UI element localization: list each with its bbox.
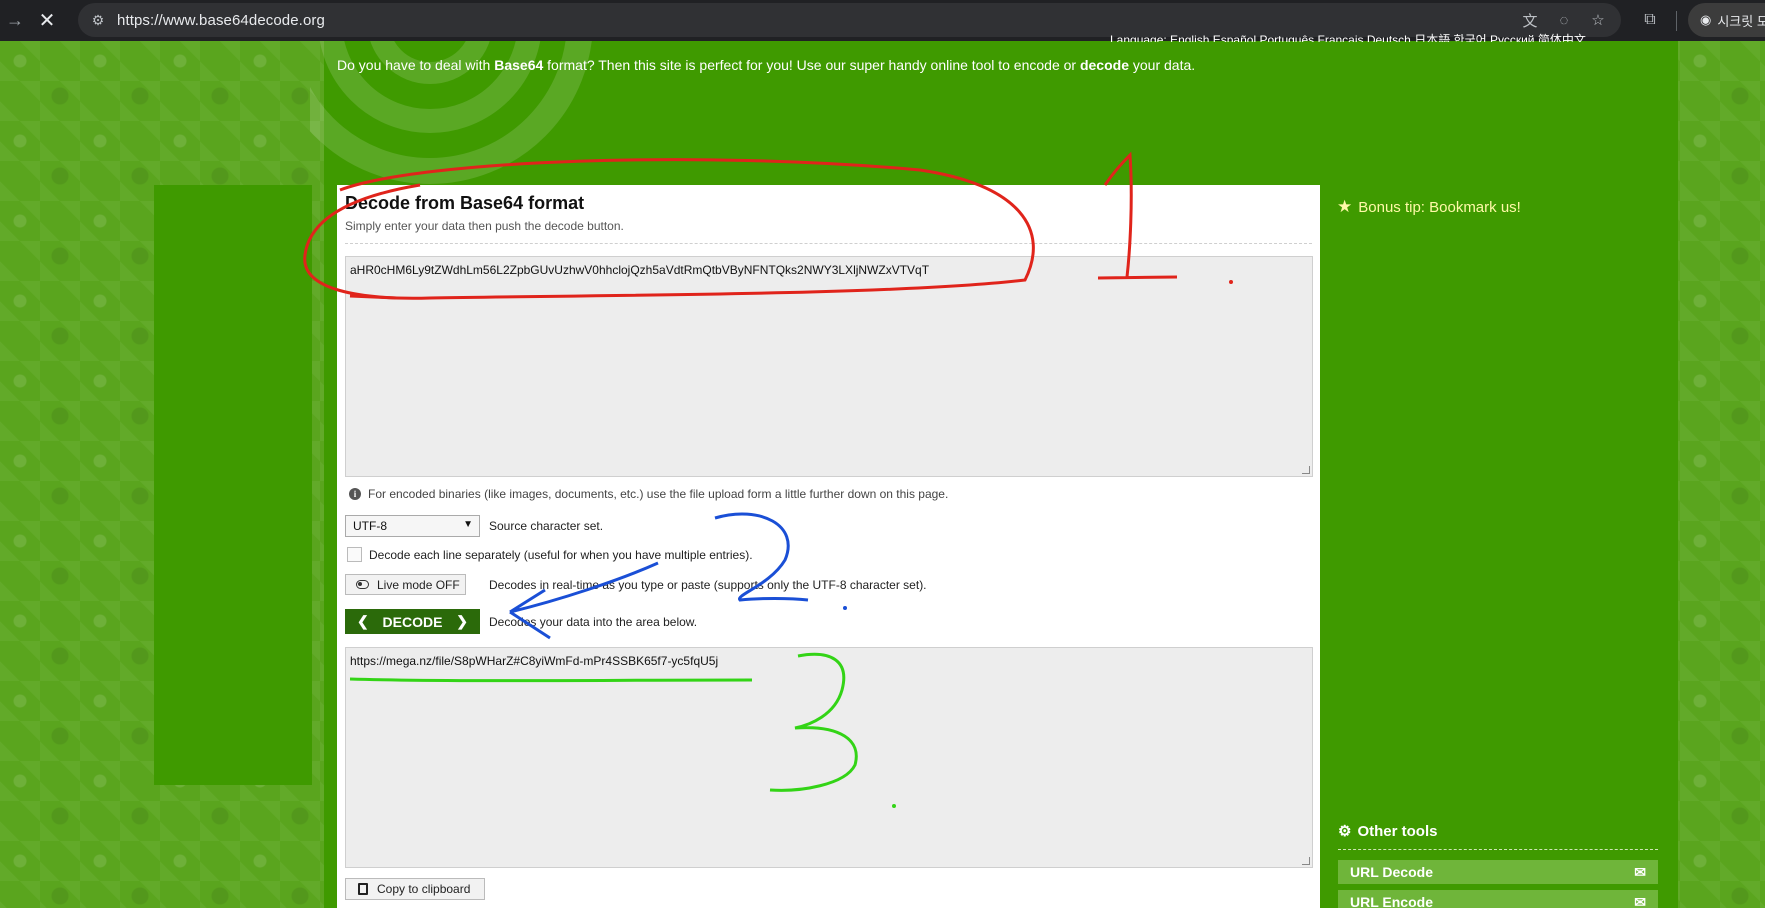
chevron-right-icon: ❯ xyxy=(456,613,468,629)
live-mode-label: Live mode OFF xyxy=(377,577,460,592)
decode-panel: Decode from Base64 format Simply enter y… xyxy=(337,185,1320,908)
intro-part: your data. xyxy=(1128,57,1196,73)
decoded-output[interactable]: https://mega.nz/file/S8pWHarZ#C8yiWmFd-m… xyxy=(345,647,1313,868)
gear-icon: ⚙ xyxy=(1338,823,1352,840)
bonus-tip: ★ Bonus tip: Bookmark us! xyxy=(1337,197,1521,217)
copy-to-clipboard-button[interactable]: Copy to clipboard xyxy=(345,878,485,900)
intro-part: format? Then this site is perfect for yo… xyxy=(543,57,1080,73)
toggle-icon xyxy=(356,580,369,589)
binary-note: i For encoded binaries (like images, doc… xyxy=(349,487,948,501)
chevron-left-icon: ❮ xyxy=(357,613,369,629)
profile-label: 시크릿 모 xyxy=(1717,13,1765,29)
bonus-tip-text: Bonus tip: Bookmark us! xyxy=(1358,198,1521,216)
charset-value: UTF-8 xyxy=(353,519,387,533)
language-nav[interactable]: Language: English Español Português Fran… xyxy=(1110,30,1586,42)
line-separately-label[interactable]: Decode each line separately (useful for … xyxy=(369,548,753,562)
decode-label: DECODE xyxy=(382,613,443,630)
intro-text: Do you have to deal with Base64 format? … xyxy=(337,57,1195,73)
envelope-icon: ✉ xyxy=(1634,893,1646,908)
extensions-icon[interactable]: ⧉ xyxy=(1634,4,1666,36)
intro-bold: Base64 xyxy=(494,57,544,73)
divider xyxy=(345,243,1312,244)
other-tools-heading: ⚙ Other tools xyxy=(1338,822,1438,841)
star-icon: ★ xyxy=(1337,197,1353,216)
page-title: Decode from Base64 format xyxy=(345,193,585,213)
intro-bold: decode xyxy=(1079,57,1129,73)
live-mode-button[interactable]: Live mode OFF xyxy=(345,574,466,595)
tool-label: URL Decode xyxy=(1350,864,1433,880)
resize-handle-icon[interactable] xyxy=(1302,857,1310,865)
divider xyxy=(1338,849,1658,850)
decode-desc: Decodes your data into the area below. xyxy=(489,615,698,629)
intro-part: Do you have to deal with xyxy=(337,57,495,73)
page-subtitle: Simply enter your data then push the dec… xyxy=(345,219,624,233)
tool-url-encode[interactable]: URL Encode ✉ xyxy=(1338,890,1658,908)
output-value: https://mega.nz/file/S8pWHarZ#C8yiWmFd-m… xyxy=(350,654,719,668)
incognito-icon: ◉ xyxy=(1700,12,1712,27)
envelope-open-icon: ✉ xyxy=(1634,863,1646,880)
left-ad-slot xyxy=(154,185,312,785)
live-mode-desc: Decodes in real-time as you type or past… xyxy=(489,578,927,592)
clipboard-icon xyxy=(358,883,368,895)
info-icon: i xyxy=(349,488,361,500)
line-separately-checkbox[interactable] xyxy=(347,547,362,562)
decode-button[interactable]: ❮ DECODE ❯ xyxy=(345,609,480,634)
base64-input[interactable]: aHR0cHM6Ly9tZWdhLm56L2ZpbGUvUzhwV0hhcloj… xyxy=(345,256,1313,477)
input-value: aHR0cHM6Ly9tZWdhLm56L2ZpbGUvUzhwV0hhcloj… xyxy=(350,263,930,277)
url-text[interactable]: https://www.base64decode.org xyxy=(117,12,325,29)
forward-icon[interactable]: → xyxy=(0,4,30,38)
other-tools-label: Other tools xyxy=(1357,822,1438,840)
incognito-profile-button[interactable]: ◉ 시크릿 모 xyxy=(1688,3,1765,37)
charset-select[interactable]: UTF-8 ▼ xyxy=(345,515,480,537)
stop-loading-icon[interactable]: ✕ xyxy=(30,4,64,38)
bookmark-star-icon[interactable]: ☆ xyxy=(1583,5,1613,35)
charset-label: Source character set. xyxy=(489,519,604,533)
tool-url-decode[interactable]: URL Decode ✉ xyxy=(1338,860,1658,884)
chevron-down-icon: ▼ xyxy=(463,519,473,530)
resize-handle-icon[interactable] xyxy=(1302,466,1310,474)
tool-label: URL Encode xyxy=(1350,894,1433,908)
copy-label: Copy to clipboard xyxy=(377,882,471,896)
binary-note-text: For encoded binaries (like images, docum… xyxy=(368,487,949,501)
site-info-icon[interactable]: ⚙ xyxy=(83,5,113,35)
toolbar-divider xyxy=(1676,11,1677,31)
